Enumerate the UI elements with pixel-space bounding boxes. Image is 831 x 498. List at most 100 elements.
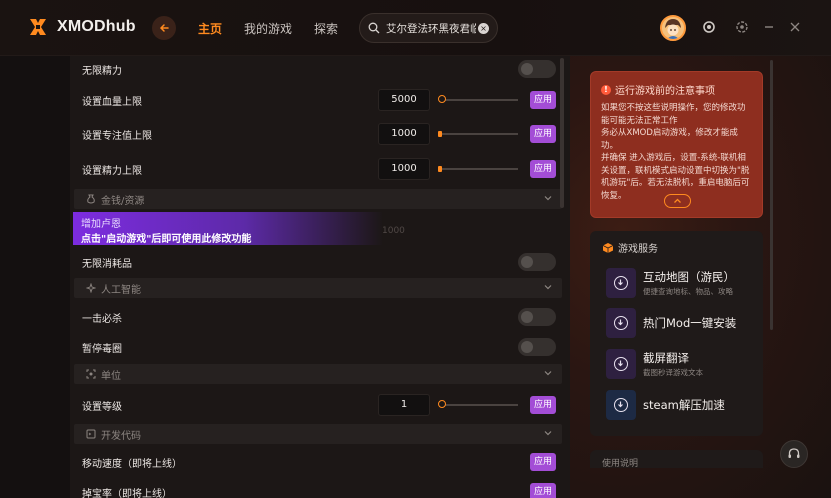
download-icon <box>606 390 636 420</box>
download-icon <box>606 349 636 379</box>
hp-limit-input[interactable]: 5000 <box>378 89 430 111</box>
row-move-speed: 移动速度（即将上线） 应用 <box>82 452 556 472</box>
add-runes-promo[interactable]: 增加卢恩 点击"启动游戏"后即可使用此修改功能 <box>73 212 383 245</box>
notification-icon[interactable] <box>702 20 716 34</box>
service-steam-accelerate[interactable]: steam解压加速 <box>606 389 756 421</box>
move-speed-apply-button[interactable]: 应用 <box>530 453 556 471</box>
cheat-list-panel: 无限精力 设置血量上限 5000 应用 设置专注值上限 1000 应用 设置精力… <box>70 56 570 498</box>
service-subtitle: 截图秒译游戏文本 <box>643 368 703 377</box>
hp-limit-slider[interactable] <box>438 95 518 103</box>
row-label: 无限消耗品 <box>82 258 132 270</box>
service-screen-translate[interactable]: 截屏翻译 截图秒译游戏文本 <box>606 348 756 380</box>
section-title: 金钱/资源 <box>101 195 145 207</box>
close-icon[interactable] <box>788 20 802 34</box>
service-title: steam解压加速 <box>643 398 725 412</box>
focus-apply-button[interactable]: 应用 <box>530 125 556 143</box>
runes-ghost-value: 1000 <box>382 226 405 236</box>
section-title: 人工智能 <box>101 284 141 296</box>
right-scrollbar[interactable] <box>770 60 773 330</box>
code-icon <box>86 429 96 439</box>
level-input[interactable]: 1 <box>378 394 430 416</box>
service-title: 互动地图（游民） <box>643 270 735 284</box>
support-button[interactable] <box>780 440 808 468</box>
chevron-down-icon <box>544 285 552 290</box>
row-one-hit: 一击必杀 <box>82 307 556 327</box>
stamina-apply-button[interactable]: 应用 <box>530 160 556 178</box>
stamina-limit-input[interactable]: 1000 <box>378 158 430 180</box>
top-bar: XMODhub 主页 我的游戏 探索 艾尔登法环黑夜君临 × <box>0 0 831 56</box>
section-ai[interactable]: 人工智能 <box>74 278 562 298</box>
stamina-limit-slider[interactable] <box>438 166 518 172</box>
section-unit[interactable]: 单位 <box>74 364 562 384</box>
service-title: 热门Mod一键安装 <box>643 316 737 330</box>
services-header: 游戏服务 <box>602 240 658 255</box>
focus-limit-slider[interactable] <box>438 131 518 137</box>
avatar-image-icon <box>662 17 684 39</box>
chevron-down-icon <box>544 431 552 436</box>
row-label: 掉宝率（即将上线） <box>82 488 172 498</box>
drop-rate-apply-button[interactable]: 应用 <box>530 483 556 498</box>
service-subtitle: 便捷查询地标、物品、攻略 <box>643 287 733 296</box>
download-icon <box>606 308 636 338</box>
services-title: 游戏服务 <box>618 244 658 255</box>
notice-title: 运行游戏前的注意事项 <box>615 86 715 97</box>
section-dev[interactable]: 开发代码 <box>74 424 562 444</box>
section-money[interactable]: 金钱/资源 <box>74 189 562 209</box>
settings-icon[interactable] <box>735 20 749 34</box>
one-hit-toggle[interactable] <box>518 308 556 326</box>
service-interactive-map[interactable]: 互动地图（游民） 便捷查询地标、物品、攻略 <box>606 267 756 299</box>
promo-subtitle: 点击"启动游戏"后即可使用此修改功能 <box>81 234 252 245</box>
search-icon <box>368 22 380 34</box>
row-focus-limit: 设置专注值上限 1000 应用 <box>82 123 556 145</box>
app-logo[interactable]: XMODhub <box>27 16 136 38</box>
cube-icon <box>602 242 614 253</box>
pause-circle-toggle[interactable] <box>518 338 556 356</box>
row-label: 设置等级 <box>82 401 122 413</box>
slider-knob[interactable] <box>438 131 442 137</box>
section-title: 单位 <box>101 370 121 382</box>
row-drop-rate: 掉宝率（即将上线） 应用 <box>82 482 556 498</box>
row-label: 设置精力上限 <box>82 165 142 177</box>
row-label: 设置专注值上限 <box>82 130 152 142</box>
row-label: 移动速度（即将上线） <box>82 458 182 470</box>
hp-apply-button[interactable]: 应用 <box>530 91 556 109</box>
row-unlimited-consumables: 无限消耗品 <box>82 252 556 272</box>
level-slider[interactable] <box>438 400 518 408</box>
notice-card: ! 运行游戏前的注意事项 如果您不按这些说明操作，您的修改功能可能无法正常工作 … <box>590 71 763 218</box>
row-label: 一击必杀 <box>82 313 122 325</box>
slider-knob[interactable] <box>438 400 446 408</box>
headset-icon <box>788 448 800 458</box>
notice-header: ! 运行游戏前的注意事项 <box>601 82 752 97</box>
row-hp-limit: 设置血量上限 5000 应用 <box>82 89 556 111</box>
row-level: 设置等级 1 应用 <box>82 394 556 416</box>
service-mod-install[interactable]: 热门Mod一键安装 <box>606 307 756 339</box>
nav-my-games[interactable]: 我的游戏 <box>244 20 292 37</box>
xmod-logo-icon <box>30 19 46 35</box>
usage-card[interactable]: 使用说明 <box>590 450 763 469</box>
unlimited-consumables-toggle[interactable] <box>518 253 556 271</box>
level-apply-button[interactable]: 应用 <box>530 396 556 414</box>
download-icon <box>606 268 636 298</box>
chevron-down-icon <box>544 196 552 201</box>
search-input[interactable]: 艾尔登法环黑夜君临 × <box>359 13 498 43</box>
nav-home[interactable]: 主页 <box>198 20 222 37</box>
nav-explore[interactable]: 探索 <box>314 20 338 37</box>
unlimited-stamina-toggle[interactable] <box>518 60 556 78</box>
unit-frame-icon <box>86 369 96 379</box>
money-bag-icon <box>87 194 95 204</box>
slider-knob[interactable] <box>438 95 446 103</box>
focus-limit-input[interactable]: 1000 <box>378 123 430 145</box>
left-scrollbar[interactable] <box>560 58 564 208</box>
notice-body: 如果您不按这些说明操作，您的修改功能可能无法正常工作 务必从XMOD启动游戏，修… <box>601 103 750 201</box>
avatar[interactable] <box>660 15 686 41</box>
row-label: 暂停毒圈 <box>82 343 122 355</box>
section-title: 开发代码 <box>101 430 141 442</box>
minimize-icon[interactable] <box>762 20 776 34</box>
row-pause-circle: 暂停毒圈 <box>82 337 556 357</box>
row-stamina-limit: 设置精力上限 1000 应用 <box>82 158 556 180</box>
clear-search-icon[interactable]: × <box>478 22 489 34</box>
back-button[interactable] <box>152 16 176 40</box>
collapse-notice-button[interactable] <box>664 194 691 208</box>
row-label: 设置血量上限 <box>82 96 142 108</box>
slider-knob[interactable] <box>438 166 442 172</box>
